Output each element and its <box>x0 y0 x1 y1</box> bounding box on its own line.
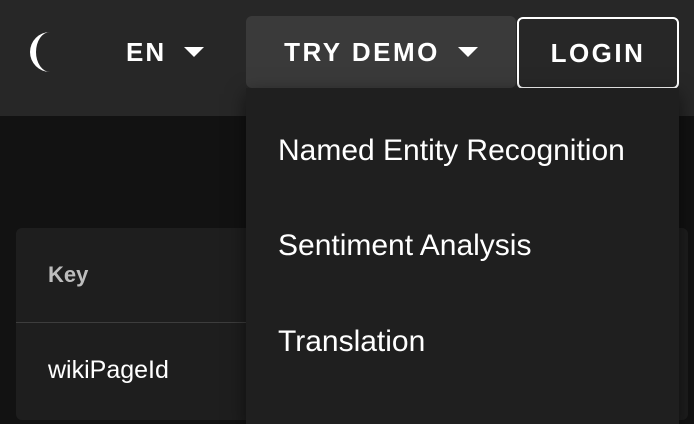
language-label: EN <box>126 36 167 67</box>
try-demo-label: TRY DEMO <box>284 36 440 67</box>
login-label: LOGIN <box>550 37 646 68</box>
chevron-down-icon <box>457 47 478 57</box>
login-button[interactable]: LOGIN <box>517 17 679 89</box>
menu-item-sentiment-analysis[interactable]: Sentiment Analysis <box>278 229 531 263</box>
chevron-down-icon <box>184 47 205 57</box>
menu-item-named-entity-recognition[interactable]: Named Entity Recognition <box>278 134 625 168</box>
column-header-key: Key <box>48 262 89 287</box>
menu-item-translation[interactable]: Translation <box>278 325 425 359</box>
table-row: wikiPageId <box>48 356 169 384</box>
crescent-moon-icon <box>30 32 50 72</box>
language-selector[interactable]: EN <box>112 22 218 82</box>
try-demo-button[interactable]: TRY DEMO <box>246 16 516 88</box>
demo-dropdown-menu: Named Entity Recognition Sentiment Analy… <box>246 88 679 424</box>
theme-toggle-button[interactable] <box>28 28 72 76</box>
